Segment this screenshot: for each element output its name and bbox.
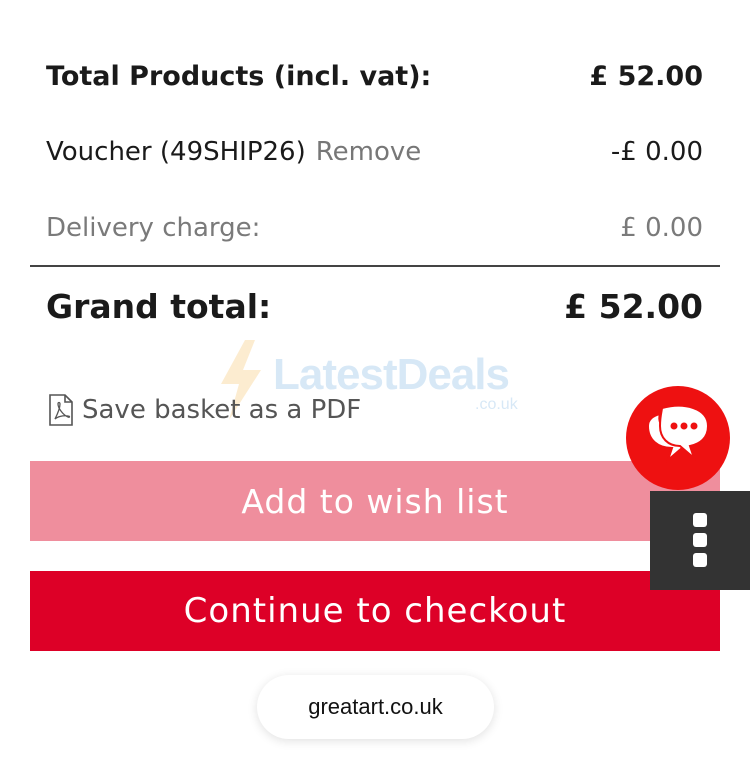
voucher-remove-link[interactable]: Remove: [316, 137, 422, 167]
menu-dot: [693, 553, 707, 567]
voucher-label-group: Voucher (49SHIP26) Remove: [46, 137, 421, 167]
total-products-row: Total Products (incl. vat): £ 52.00: [46, 56, 703, 96]
summary-divider: [30, 265, 720, 267]
grand-total-row: Grand total: £ 52.00: [46, 282, 703, 330]
voucher-row: Voucher (49SHIP26) Remove -£ 0.00: [46, 132, 703, 172]
add-to-wish-list-button[interactable]: Add to wish list: [30, 461, 720, 541]
chat-widget-button[interactable]: [626, 386, 730, 490]
menu-dot: [693, 533, 707, 547]
delivery-label: Delivery charge:: [46, 213, 261, 243]
grand-total-value: £ 52.00: [564, 286, 703, 326]
grand-total-label: Grand total:: [46, 286, 272, 326]
total-products-label: Total Products (incl. vat):: [46, 60, 432, 92]
watermark-domain: .co.uk: [475, 396, 518, 413]
delivery-row: Delivery charge: £ 0.00: [46, 208, 703, 248]
voucher-label: Voucher (49SHIP26): [46, 137, 306, 167]
chat-bubbles-icon: [646, 404, 710, 464]
voucher-value: -£ 0.00: [610, 137, 703, 167]
menu-dot: [693, 513, 707, 527]
browser-url-pill[interactable]: greatart.co.uk: [257, 675, 494, 739]
delivery-value: £ 0.00: [620, 213, 703, 243]
pdf-file-icon: [49, 394, 73, 426]
save-basket-pdf-label: Save basket as a PDF: [82, 395, 362, 425]
side-menu-button[interactable]: [650, 491, 750, 590]
save-basket-pdf-link[interactable]: Save basket as a PDF: [48, 392, 361, 428]
continue-to-checkout-button[interactable]: Continue to checkout: [30, 571, 720, 651]
total-products-value: £ 52.00: [589, 60, 703, 92]
